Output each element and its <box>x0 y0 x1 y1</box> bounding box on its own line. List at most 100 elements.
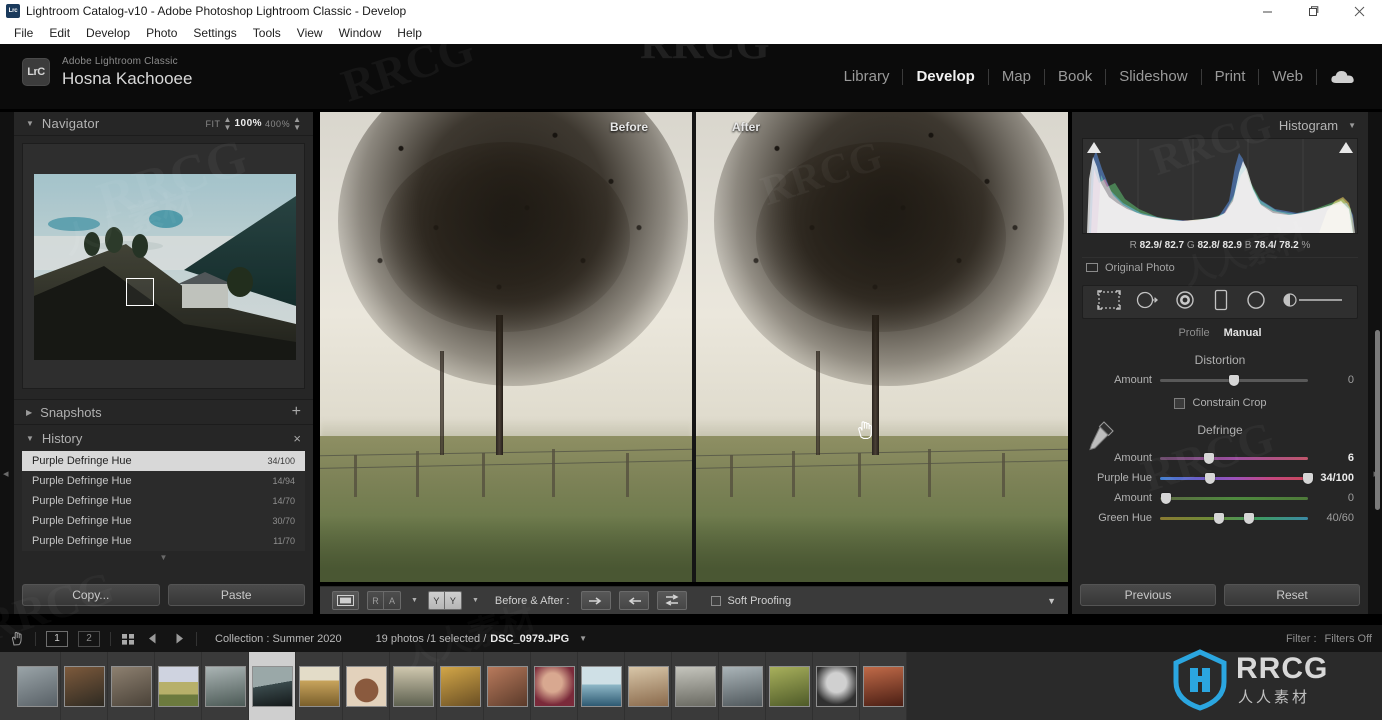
history-item[interactable]: Purple Defringe Hue 11/70 <box>22 531 305 551</box>
clear-history-button[interactable]: × <box>293 431 301 446</box>
history-item[interactable]: Purple Defringe Hue 14/70 <box>22 491 305 511</box>
zoom-fit-stepper-icon[interactable]: ▲ ▼ <box>224 116 232 131</box>
reset-button[interactable]: Reset <box>1224 584 1360 606</box>
history-header[interactable]: ▼ History × <box>14 425 313 451</box>
lens-profile-row[interactable]: Profile Manual <box>1072 325 1368 341</box>
go-forward-icon[interactable] <box>171 632 186 645</box>
screen-1-button[interactable]: 1 <box>46 630 68 647</box>
ba-left-right-cell[interactable]: Y <box>427 591 445 610</box>
filmstrip-thumb-7[interactable] <box>343 652 390 720</box>
close-button[interactable] <box>1336 0 1382 22</box>
green-amount-slider[interactable]: Amount 0 <box>1086 491 1354 505</box>
collection-label[interactable]: Collection : Summer 2020 <box>215 633 342 645</box>
before-after-yy-group[interactable]: Y Y <box>427 591 462 610</box>
green-hue-knob-left[interactable] <box>1214 512 1225 524</box>
add-snapshot-button[interactable]: + <box>292 404 301 420</box>
purple-hue-track[interactable] <box>1160 472 1313 484</box>
navigator-header[interactable]: ▼ Navigator FIT ▲ ▼ 100% 400% ▲ ▼ <box>14 112 313 136</box>
filmstrip-thumb-9[interactable] <box>437 652 484 720</box>
filmstrip-thumb-1[interactable] <box>61 652 108 720</box>
profile-tab-label[interactable]: Profile <box>1178 327 1209 339</box>
green-hue-track[interactable] <box>1160 512 1308 524</box>
image-preview-area[interactable]: Before After <box>320 112 1068 582</box>
shadow-clipping-icon[interactable] <box>1087 142 1101 153</box>
radial-filter-icon[interactable] <box>1244 289 1268 316</box>
ra-chevron-down-icon[interactable]: ▼ <box>411 597 418 604</box>
filmstrip-thumb-5-selected[interactable] <box>249 652 296 720</box>
navigator-focus-rect[interactable] <box>126 278 154 306</box>
module-slideshow[interactable]: Slideshow <box>1106 68 1200 85</box>
filter-value[interactable]: Filters Off <box>1325 633 1372 645</box>
filmstrip-thumb-14[interactable] <box>672 652 719 720</box>
history-item[interactable]: Purple Defringe Hue 14/94 <box>22 471 305 491</box>
graduated-filter-icon[interactable] <box>1211 288 1231 317</box>
distortion-amount-track[interactable] <box>1160 374 1308 386</box>
chevron-down-icon[interactable]: ▼ <box>26 434 34 443</box>
distortion-amount-slider[interactable]: Amount 0 <box>1086 373 1354 387</box>
copy-settings-button[interactable]: Copy... <box>22 584 160 606</box>
purple-hue-knob-left[interactable] <box>1205 472 1216 484</box>
module-book[interactable]: Book <box>1045 68 1105 85</box>
previous-button[interactable]: Previous <box>1080 584 1216 606</box>
purple-hue-slider[interactable]: Purple Hue 34/100 <box>1086 471 1354 485</box>
toolbar-chevron-down-icon[interactable]: ▼ <box>1047 596 1056 606</box>
zoom-level-stepper-icon[interactable]: ▲ ▼ <box>293 116 301 131</box>
chevron-down-icon[interactable]: ▼ <box>26 119 34 128</box>
filmstrip-thumb-3[interactable] <box>155 652 202 720</box>
purple-hue-knob-right[interactable] <box>1303 472 1313 484</box>
filmstrip-thumb-18[interactable] <box>860 652 907 720</box>
zoom-fit[interactable]: FIT <box>206 119 221 129</box>
red-eye-icon[interactable] <box>1173 289 1197 316</box>
manual-tab-label[interactable]: Manual <box>1224 327 1262 339</box>
menu-view[interactable]: View <box>289 24 331 42</box>
current-filename[interactable]: DSC_0979.JPG <box>490 633 569 645</box>
filmstrip-thumb-6[interactable] <box>296 652 343 720</box>
green-amount-track[interactable] <box>1160 492 1308 504</box>
chevron-down-icon[interactable]: ▼ <box>1348 121 1356 130</box>
eyedropper-icon[interactable] <box>1084 417 1118 456</box>
green-amount-knob[interactable] <box>1160 492 1171 504</box>
ba-right-cell[interactable]: Y <box>444 591 462 610</box>
green-hue-knob-right[interactable] <box>1243 512 1254 524</box>
ba-active-cell[interactable]: A <box>384 591 401 610</box>
loupe-view-button[interactable] <box>332 591 359 610</box>
identity-plate[interactable]: LrC Adobe Lightroom Classic Hosna Kachoo… <box>22 56 192 88</box>
filmstrip-thumb-15[interactable] <box>719 652 766 720</box>
filmstrip-toggle-icon[interactable] <box>10 631 25 647</box>
snapshots-header[interactable]: ▶ Snapshots + <box>14 399 313 425</box>
zoom-400[interactable]: 400% <box>265 119 290 129</box>
menu-help[interactable]: Help <box>389 24 430 42</box>
histogram-graph[interactable] <box>1082 138 1358 234</box>
zoom-100[interactable]: 100% <box>234 118 262 129</box>
filmstrip-thumb-4[interactable] <box>202 652 249 720</box>
menu-window[interactable]: Window <box>331 24 390 42</box>
filmstrip-thumb-16[interactable] <box>766 652 813 720</box>
constrain-crop-checkbox[interactable] <box>1173 397 1185 409</box>
filmstrip-thumb-12[interactable] <box>578 652 625 720</box>
menu-edit[interactable]: Edit <box>41 24 78 42</box>
grid-view-icon[interactable] <box>121 632 136 646</box>
right-panel-scrollbar[interactable] <box>1375 330 1380 510</box>
purple-amount-slider[interactable]: Amount 6 <box>1086 451 1354 465</box>
spot-removal-icon[interactable] <box>1135 289 1159 316</box>
filmstrip-thumb-17[interactable] <box>813 652 860 720</box>
module-develop[interactable]: Develop <box>903 68 987 85</box>
maximize-button[interactable] <box>1290 0 1336 22</box>
module-library[interactable]: Library <box>831 68 903 85</box>
purple-amount-knob[interactable] <box>1203 452 1214 464</box>
yy-chevron-down-icon[interactable]: ▼ <box>472 597 479 604</box>
go-back-icon[interactable] <box>146 632 161 645</box>
filmstrip-thumb-13[interactable] <box>625 652 672 720</box>
paste-settings-button[interactable]: Paste <box>167 584 305 606</box>
filmstrip-thumb-2[interactable] <box>108 652 155 720</box>
before-after-ra-group[interactable]: R A <box>367 591 401 610</box>
screen-2-button[interactable]: 2 <box>78 630 100 647</box>
minimize-button[interactable] <box>1244 0 1290 22</box>
filename-chevron-down-icon[interactable]: ▼ <box>579 634 587 643</box>
left-panel-collapse-icon[interactable]: ◂ <box>3 467 9 480</box>
soft-proofing-checkbox[interactable] <box>711 595 722 606</box>
soft-proofing-toggle[interactable]: Soft Proofing <box>711 595 791 607</box>
distortion-amount-knob[interactable] <box>1229 374 1239 386</box>
purple-amount-track[interactable] <box>1160 452 1308 464</box>
menu-file[interactable]: File <box>6 24 41 42</box>
